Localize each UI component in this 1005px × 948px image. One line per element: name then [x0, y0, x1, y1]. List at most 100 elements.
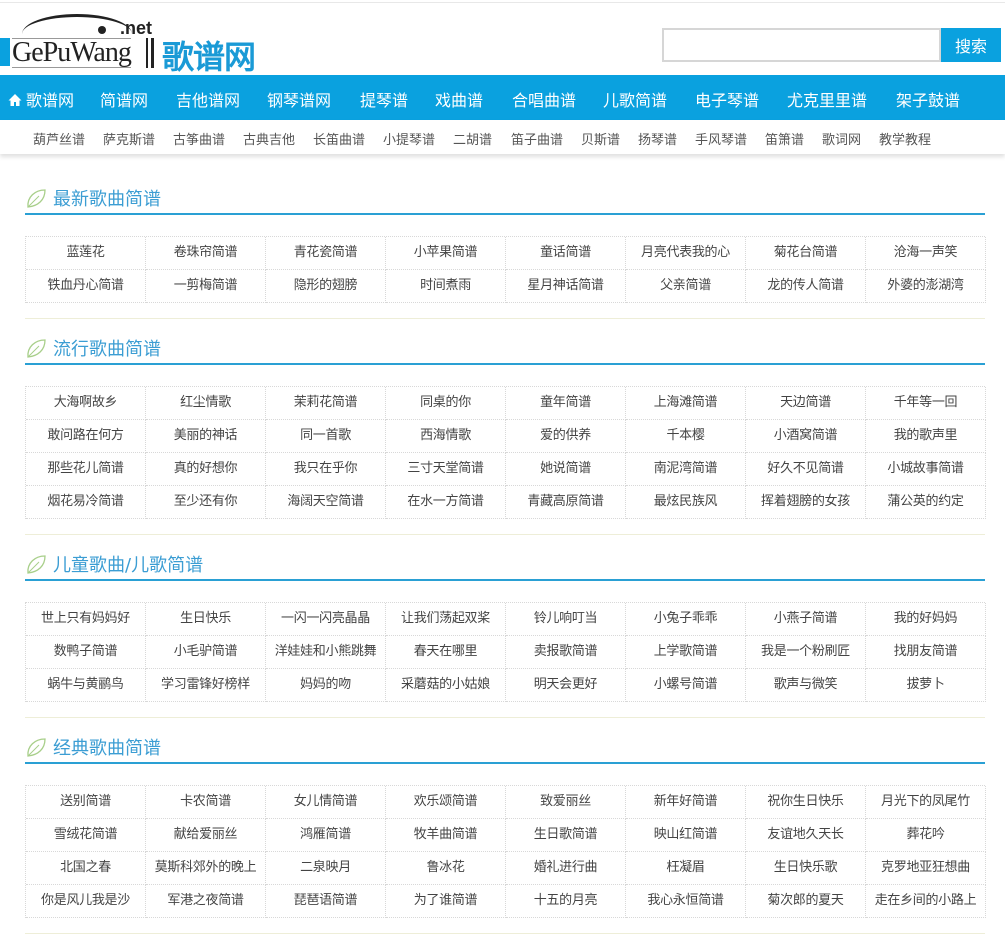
song-link[interactable]: 让我们荡起双桨 — [386, 603, 506, 636]
song-link[interactable]: 数鸭子简谱 — [26, 636, 146, 669]
song-link[interactable]: 美丽的神话 — [146, 420, 266, 453]
subnav-item[interactable]: 小提琴谱 — [383, 129, 435, 148]
nav-item[interactable]: 尤克里里谱 — [787, 87, 867, 111]
song-link[interactable]: 卡农简谱 — [146, 786, 266, 819]
song-link[interactable]: 她说简谱 — [506, 453, 626, 486]
song-link[interactable]: 大海啊故乡 — [26, 387, 146, 420]
song-link[interactable]: 我的歌声里 — [866, 420, 986, 453]
song-link[interactable]: 千本樱 — [626, 420, 746, 453]
subnav-item[interactable]: 歌词网 — [822, 129, 861, 148]
song-link[interactable]: 我只在乎你 — [266, 453, 386, 486]
song-link[interactable]: 青藏高原简谱 — [506, 486, 626, 519]
song-link[interactable]: 世上只有妈妈好 — [26, 603, 146, 636]
song-link[interactable]: 三寸天堂简谱 — [386, 453, 506, 486]
song-link[interactable]: 隐形的翅膀 — [266, 270, 386, 303]
song-link[interactable]: 二泉映月 — [266, 852, 386, 885]
subnav-item[interactable]: 笛子曲谱 — [511, 129, 563, 148]
song-link[interactable]: 红尘情歌 — [146, 387, 266, 420]
song-link[interactable]: 小城故事简谱 — [866, 453, 986, 486]
song-link[interactable]: 西海情歌 — [386, 420, 506, 453]
song-link[interactable]: 卷珠帘简谱 — [146, 237, 266, 270]
song-link[interactable]: 青花瓷简谱 — [266, 237, 386, 270]
nav-item[interactable]: 歌谱网 — [8, 87, 74, 111]
song-link[interactable]: 蓝莲花 — [26, 237, 146, 270]
song-link[interactable]: 祝你生日快乐 — [746, 786, 866, 819]
song-link[interactable]: 春天在哪里 — [386, 636, 506, 669]
song-link[interactable]: 女儿情简谱 — [266, 786, 386, 819]
nav-item[interactable]: 戏曲谱 — [435, 87, 483, 111]
song-link[interactable]: 海阔天空简谱 — [266, 486, 386, 519]
song-link[interactable]: 莫斯科郊外的晚上 — [146, 852, 266, 885]
song-link[interactable]: 欢乐颂简谱 — [386, 786, 506, 819]
song-link[interactable]: 外婆的澎湖湾 — [866, 270, 986, 303]
song-link[interactable]: 童年简谱 — [506, 387, 626, 420]
song-link[interactable]: 生日快乐 — [146, 603, 266, 636]
song-link[interactable]: 洋娃娃和小熊跳舞 — [266, 636, 386, 669]
nav-item[interactable]: 简谱网 — [100, 87, 148, 111]
song-link[interactable]: 同一首歌 — [266, 420, 386, 453]
song-link[interactable]: 挥着翅膀的女孩 — [746, 486, 866, 519]
song-link[interactable]: 小兔子乖乖 — [626, 603, 746, 636]
song-link[interactable]: 生日歌简谱 — [506, 819, 626, 852]
song-link[interactable]: 我是一个粉刷匠 — [746, 636, 866, 669]
song-link[interactable]: 我心永恒简谱 — [626, 885, 746, 918]
song-link[interactable]: 找朋友简谱 — [866, 636, 986, 669]
song-link[interactable]: 星月神话简谱 — [506, 270, 626, 303]
nav-item[interactable]: 钢琴谱网 — [267, 87, 331, 111]
subnav-item[interactable]: 葫芦丝谱 — [33, 129, 85, 148]
song-link[interactable]: 小酒窝简谱 — [746, 420, 866, 453]
song-link[interactable]: 真的好想你 — [146, 453, 266, 486]
song-link[interactable]: 牧羊曲简谱 — [386, 819, 506, 852]
song-link[interactable]: 克罗地亚狂想曲 — [866, 852, 986, 885]
song-link[interactable]: 上学歌简谱 — [626, 636, 746, 669]
song-link[interactable]: 小螺号简谱 — [626, 669, 746, 702]
song-link[interactable]: 婚礼进行曲 — [506, 852, 626, 885]
nav-item[interactable]: 儿歌简谱 — [603, 87, 667, 111]
song-link[interactable]: 妈妈的吻 — [266, 669, 386, 702]
nav-item[interactable]: 电子琴谱 — [695, 87, 759, 111]
search-input[interactable] — [662, 28, 941, 62]
song-link[interactable]: 雪绒花简谱 — [26, 819, 146, 852]
song-link[interactable]: 龙的传人简谱 — [746, 270, 866, 303]
song-link[interactable]: 铁血丹心简谱 — [26, 270, 146, 303]
song-link[interactable]: 一剪梅简谱 — [146, 270, 266, 303]
site-logo[interactable]: .net GePuWang 歌谱网 — [0, 12, 270, 72]
song-link[interactable]: 菊次郎的夏天 — [746, 885, 866, 918]
nav-item[interactable]: 吉他谱网 — [176, 87, 240, 111]
song-link[interactable]: 鲁冰花 — [386, 852, 506, 885]
song-link[interactable]: 歌声与微笑 — [746, 669, 866, 702]
song-link[interactable]: 拔萝卜 — [866, 669, 986, 702]
song-link[interactable]: 同桌的你 — [386, 387, 506, 420]
song-link[interactable]: 友谊地久天长 — [746, 819, 866, 852]
song-link[interactable]: 烟花易冷简谱 — [26, 486, 146, 519]
song-link[interactable]: 时间煮雨 — [386, 270, 506, 303]
song-link[interactable]: 蜗牛与黄鹂鸟 — [26, 669, 146, 702]
song-link[interactable]: 采蘑菇的小姑娘 — [386, 669, 506, 702]
song-link[interactable]: 沧海一声笑 — [866, 237, 986, 270]
song-link[interactable]: 千年等一回 — [866, 387, 986, 420]
song-link[interactable]: 蒲公英的约定 — [866, 486, 986, 519]
nav-item[interactable]: 提琴谱 — [360, 87, 408, 111]
song-link[interactable]: 小毛驴简谱 — [146, 636, 266, 669]
song-link[interactable]: 天边简谱 — [746, 387, 866, 420]
song-link[interactable]: 月光下的凤尾竹 — [866, 786, 986, 819]
nav-item[interactable]: 合唱曲谱 — [512, 87, 576, 111]
subnav-item[interactable]: 长笛曲谱 — [313, 129, 365, 148]
song-link[interactable]: 我的好妈妈 — [866, 603, 986, 636]
song-link[interactable]: 父亲简谱 — [626, 270, 746, 303]
song-link[interactable]: 那些花儿简谱 — [26, 453, 146, 486]
song-link[interactable]: 在水一方简谱 — [386, 486, 506, 519]
song-link[interactable]: 小苹果简谱 — [386, 237, 506, 270]
song-link[interactable]: 菊花台简谱 — [746, 237, 866, 270]
song-link[interactable]: 映山红简谱 — [626, 819, 746, 852]
subnav-item[interactable]: 古典吉他 — [243, 129, 295, 148]
song-link[interactable]: 献给爱丽丝 — [146, 819, 266, 852]
song-link[interactable]: 学习雷锋好榜样 — [146, 669, 266, 702]
song-link[interactable]: 小燕子简谱 — [746, 603, 866, 636]
subnav-item[interactable]: 贝斯谱 — [581, 129, 620, 148]
song-link[interactable]: 最炫民族风 — [626, 486, 746, 519]
song-link[interactable]: 至少还有你 — [146, 486, 266, 519]
song-link[interactable]: 为了谁简谱 — [386, 885, 506, 918]
song-link[interactable]: 枉凝眉 — [626, 852, 746, 885]
song-link[interactable]: 童话简谱 — [506, 237, 626, 270]
